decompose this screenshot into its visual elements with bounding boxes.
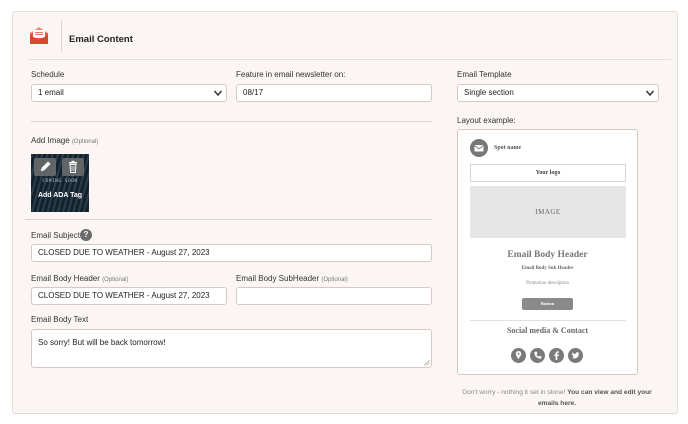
- chevron-down-icon: [213, 90, 223, 97]
- footer-note: Don't worry - nothing it set in stone! Y…: [457, 387, 657, 409]
- subject-value: CLOSED DUE TO WEATHER - August 27, 2023: [38, 248, 210, 257]
- trash-icon: [69, 160, 77, 173]
- layout-example-label: Layout example:: [457, 116, 516, 125]
- edit-image-button[interactable]: [34, 158, 56, 176]
- subject-input[interactable]: CLOSED DUE TO WEATHER - August 27, 2023: [31, 244, 432, 262]
- add-ada-tag-button[interactable]: Add ADA Tag: [31, 192, 89, 199]
- envelope-icon: [30, 27, 48, 44]
- body-text-label: Email Body Text: [31, 315, 89, 324]
- body-header-value: CLOSED DUE TO WEATHER - August 27, 2023: [38, 291, 210, 300]
- delete-image-button[interactable]: [62, 158, 84, 176]
- location-icon: [511, 348, 526, 363]
- template-value: Single section: [464, 88, 514, 97]
- preview-image: IMAGE: [470, 186, 626, 238]
- thumbnail-caption: COMING SOON: [42, 179, 78, 184]
- page-title: Email Content: [69, 34, 133, 45]
- chevron-down-icon: [645, 90, 655, 97]
- body-subheader-label: Email Body SubHeader (Optional): [236, 274, 348, 283]
- preview-header: Email Body Header: [507, 250, 588, 260]
- preview-social-heading: Social media & Contact: [506, 326, 589, 335]
- facebook-icon: [549, 348, 564, 363]
- subject-label: Email Subject: [31, 231, 80, 240]
- preview-promo: Promotion description: [526, 281, 569, 286]
- feature-label: Feature in email newsletter on:: [236, 70, 346, 79]
- pencil-icon: [40, 161, 51, 172]
- body-text-textarea[interactable]: So sorry! But will be back tomorrow!: [31, 329, 432, 368]
- preview-divider: [470, 320, 626, 321]
- preview-subheader: Email Body Sub Headre: [521, 266, 574, 271]
- preview-spot-name: Spot name: [494, 145, 522, 151]
- envelope-icon: [470, 139, 488, 157]
- footer-text: Don't worry - nothing it set in stone!: [462, 389, 566, 396]
- section-divider: [25, 219, 432, 220]
- help-icon[interactable]: ?: [80, 229, 92, 241]
- phone-icon: [530, 348, 545, 363]
- schedule-value: 1 email: [38, 88, 64, 97]
- template-label: Email Template: [457, 70, 512, 79]
- feature-date-input[interactable]: 08/17: [236, 84, 432, 102]
- add-image-label: Add Image (Optional): [31, 136, 99, 145]
- layout-preview: Spot name Your logo IMAGE Email Body Hea…: [457, 129, 638, 375]
- header-divider: [29, 59, 671, 60]
- body-subheader-input[interactable]: [236, 287, 432, 305]
- preview-logo: Your logo: [470, 164, 626, 182]
- body-header-input[interactable]: CLOSED DUE TO WEATHER - August 27, 2023: [31, 287, 227, 305]
- body-text-value: So sorry! But will be back tomorrow!: [38, 338, 166, 347]
- template-select[interactable]: Single section: [457, 84, 659, 102]
- feature-date-value: 08/17: [243, 88, 264, 97]
- twitter-icon: [568, 348, 583, 363]
- body-header-label: Email Body Header (Optional): [31, 274, 129, 283]
- section-divider: [31, 121, 432, 122]
- schedule-select[interactable]: 1 email: [31, 84, 227, 102]
- schedule-label: Schedule: [31, 70, 65, 79]
- resize-grip-icon[interactable]: [423, 359, 430, 366]
- image-thumbnail[interactable]: COMING SOON Add ADA Tag: [31, 154, 89, 212]
- header-separator: [61, 20, 62, 52]
- email-content-card: Email Content Schedule 1 email Feature i…: [12, 11, 678, 414]
- preview-button: Button: [522, 298, 573, 310]
